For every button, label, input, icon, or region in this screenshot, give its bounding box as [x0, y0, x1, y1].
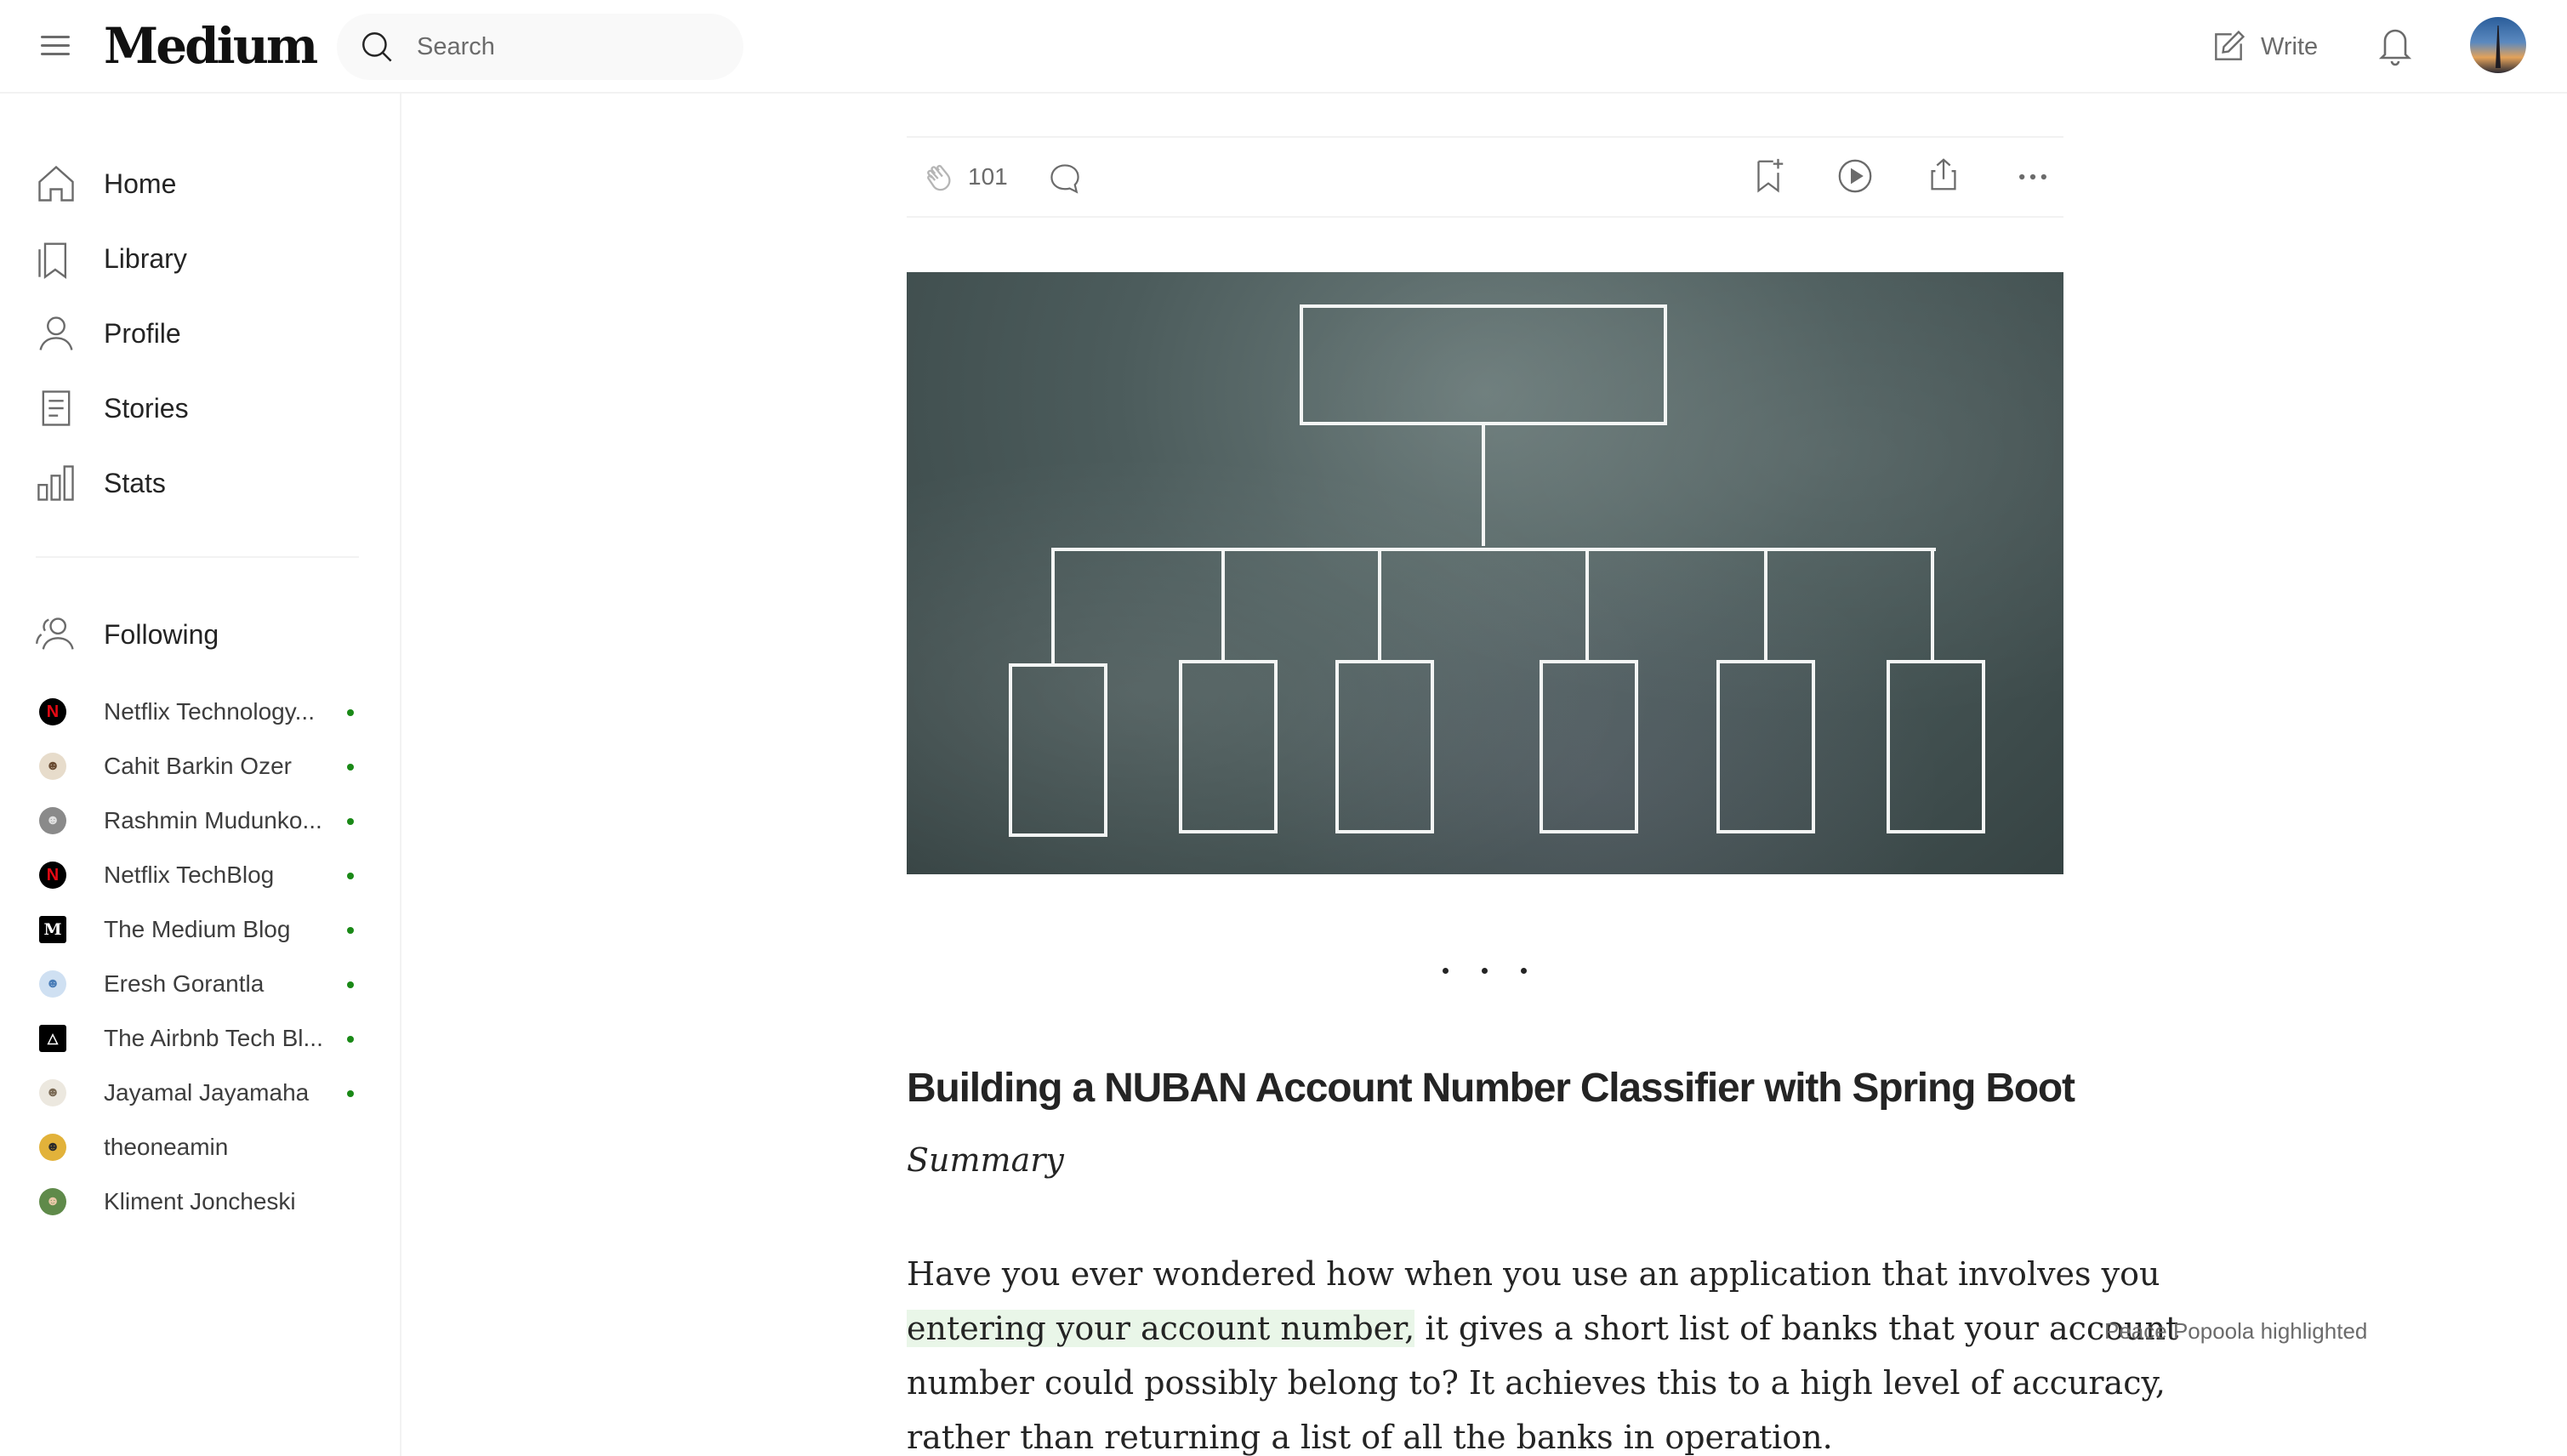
new-story-indicator	[347, 981, 354, 988]
sidebar-item-home[interactable]: Home	[34, 158, 176, 209]
new-story-indicator	[347, 873, 354, 879]
paragraph-line: number could possibly belong to? It achi…	[907, 1364, 2166, 1402]
following-item[interactable]: ☻ Eresh Gorantla	[39, 965, 362, 1003]
action-bar-top-rule	[907, 136, 2063, 138]
author-avatar: ☻	[39, 1134, 66, 1161]
following-item[interactable]: ☻ Kliment Joncheski	[39, 1183, 362, 1220]
following-item[interactable]: ☻ theoneamin	[39, 1129, 362, 1166]
following-name: Cahit Barkin Ozer	[104, 753, 292, 779]
sidebar-item-following[interactable]: Following	[34, 609, 219, 660]
following-name: Netflix Technology...	[104, 698, 315, 725]
more-options-icon[interactable]	[2014, 167, 2052, 187]
following-name: theoneamin	[104, 1134, 229, 1160]
new-story-indicator	[347, 1036, 354, 1043]
write-label: Write	[2261, 32, 2319, 60]
following-item[interactable]: N Netflix Technology...	[39, 693, 362, 731]
following-name: Rashmin Mudunko...	[104, 807, 322, 833]
hamburger-menu-icon[interactable]	[37, 31, 75, 61]
clap-icon[interactable]	[920, 158, 959, 197]
following-item[interactable]: ☻ Jayamal Jayamaha	[39, 1074, 362, 1112]
home-icon	[38, 165, 74, 202]
following-item[interactable]: △ The Airbnb Tech Bl...	[39, 1020, 362, 1057]
sidebar-item-library[interactable]: Library	[34, 233, 187, 284]
following-name: Eresh Gorantla	[104, 970, 265, 997]
article-subtitle: Summary	[907, 1141, 1064, 1179]
top-bar: Medium Write	[0, 0, 2567, 94]
write-button[interactable]: Write	[2210, 22, 2318, 71]
following-name: Kliment Joncheski	[104, 1188, 296, 1214]
author-avatar: ☻	[39, 1079, 66, 1106]
following-item[interactable]: M The Medium Blog	[39, 911, 362, 948]
following-name: Jayamal Jayamaha	[104, 1079, 310, 1106]
publication-avatar: N	[39, 698, 66, 725]
following-icon	[36, 617, 74, 650]
author-avatar: ☻	[39, 1188, 66, 1215]
article-hero-image	[907, 272, 2063, 874]
article-title: Building a NUBAN Account Number Classifi…	[907, 1066, 2075, 1111]
new-story-indicator	[347, 1090, 354, 1097]
search-input[interactable]	[417, 27, 723, 66]
new-story-indicator	[347, 818, 354, 825]
comment-icon[interactable]	[1046, 160, 1084, 197]
sidebar-item-label: Home	[104, 168, 177, 199]
publication-avatar: N	[39, 862, 66, 889]
highlight-attribution[interactable]: Peace Popoola highlighted	[2104, 1318, 2367, 1345]
paragraph-line: entering your account number, it gives a…	[907, 1301, 2178, 1356]
paragraph-line: Have you ever wondered how when you use …	[907, 1255, 2160, 1293]
sidebar-item-label: Stats	[104, 467, 166, 498]
save-bookmark-icon[interactable]	[1749, 156, 1788, 196]
search-icon	[362, 32, 392, 62]
author-avatar: ☻	[39, 753, 66, 780]
following-item[interactable]: N Netflix TechBlog	[39, 856, 362, 894]
user-icon	[39, 316, 73, 350]
following-name: The Medium Blog	[104, 916, 291, 942]
new-story-indicator	[347, 709, 354, 716]
section-separator	[1429, 963, 1540, 980]
listen-play-icon[interactable]	[1836, 156, 1875, 196]
following-name: The Airbnb Tech Bl...	[104, 1025, 323, 1051]
following-name: Netflix TechBlog	[104, 862, 275, 888]
bookmark-icon	[38, 242, 67, 280]
article-paragraph[interactable]: Have you ever wondered how when you use …	[907, 1247, 2178, 1456]
sidebar: Home Library Profile Stories Stats Follo…	[0, 94, 401, 1456]
new-story-indicator	[347, 927, 354, 934]
sidebar-item-label: Following	[104, 618, 219, 650]
paragraph-line: rather than returning a list of all the …	[907, 1419, 1833, 1456]
author-avatar: ☻	[39, 807, 66, 834]
sidebar-item-profile[interactable]: Profile	[34, 308, 181, 359]
following-item[interactable]: ☻ Cahit Barkin Ozer	[39, 748, 362, 785]
publication-avatar: M	[39, 916, 66, 943]
action-bar-bottom-rule	[907, 216, 2063, 218]
write-icon	[2215, 30, 2245, 60]
user-avatar[interactable]	[2470, 17, 2526, 73]
paragraph-text: it gives a short list of banks that your…	[1414, 1310, 2179, 1347]
share-icon[interactable]	[1924, 155, 1963, 194]
document-icon	[42, 390, 71, 426]
author-avatar: ☻	[39, 970, 66, 998]
org-chart-drawing	[1009, 304, 1985, 837]
search-box[interactable]	[337, 14, 743, 80]
chart-icon	[37, 465, 74, 501]
clap-count: 101	[968, 163, 1008, 190]
sidebar-item-label: Library	[104, 242, 187, 274]
new-story-indicator	[347, 764, 354, 771]
medium-logo[interactable]: Medium	[104, 14, 318, 78]
notifications-bell-icon[interactable]	[2375, 22, 2416, 74]
following-item[interactable]: ☻ Rashmin Mudunko...	[39, 802, 362, 839]
sidebar-item-stats[interactable]: Stats	[34, 458, 166, 509]
publication-avatar: △	[39, 1025, 66, 1052]
sidebar-divider	[36, 556, 359, 558]
highlighted-text[interactable]: entering your account number,	[907, 1310, 1415, 1347]
sidebar-item-label: Stories	[104, 392, 189, 424]
sidebar-item-label: Profile	[104, 317, 181, 349]
sidebar-item-stories[interactable]: Stories	[34, 383, 189, 434]
